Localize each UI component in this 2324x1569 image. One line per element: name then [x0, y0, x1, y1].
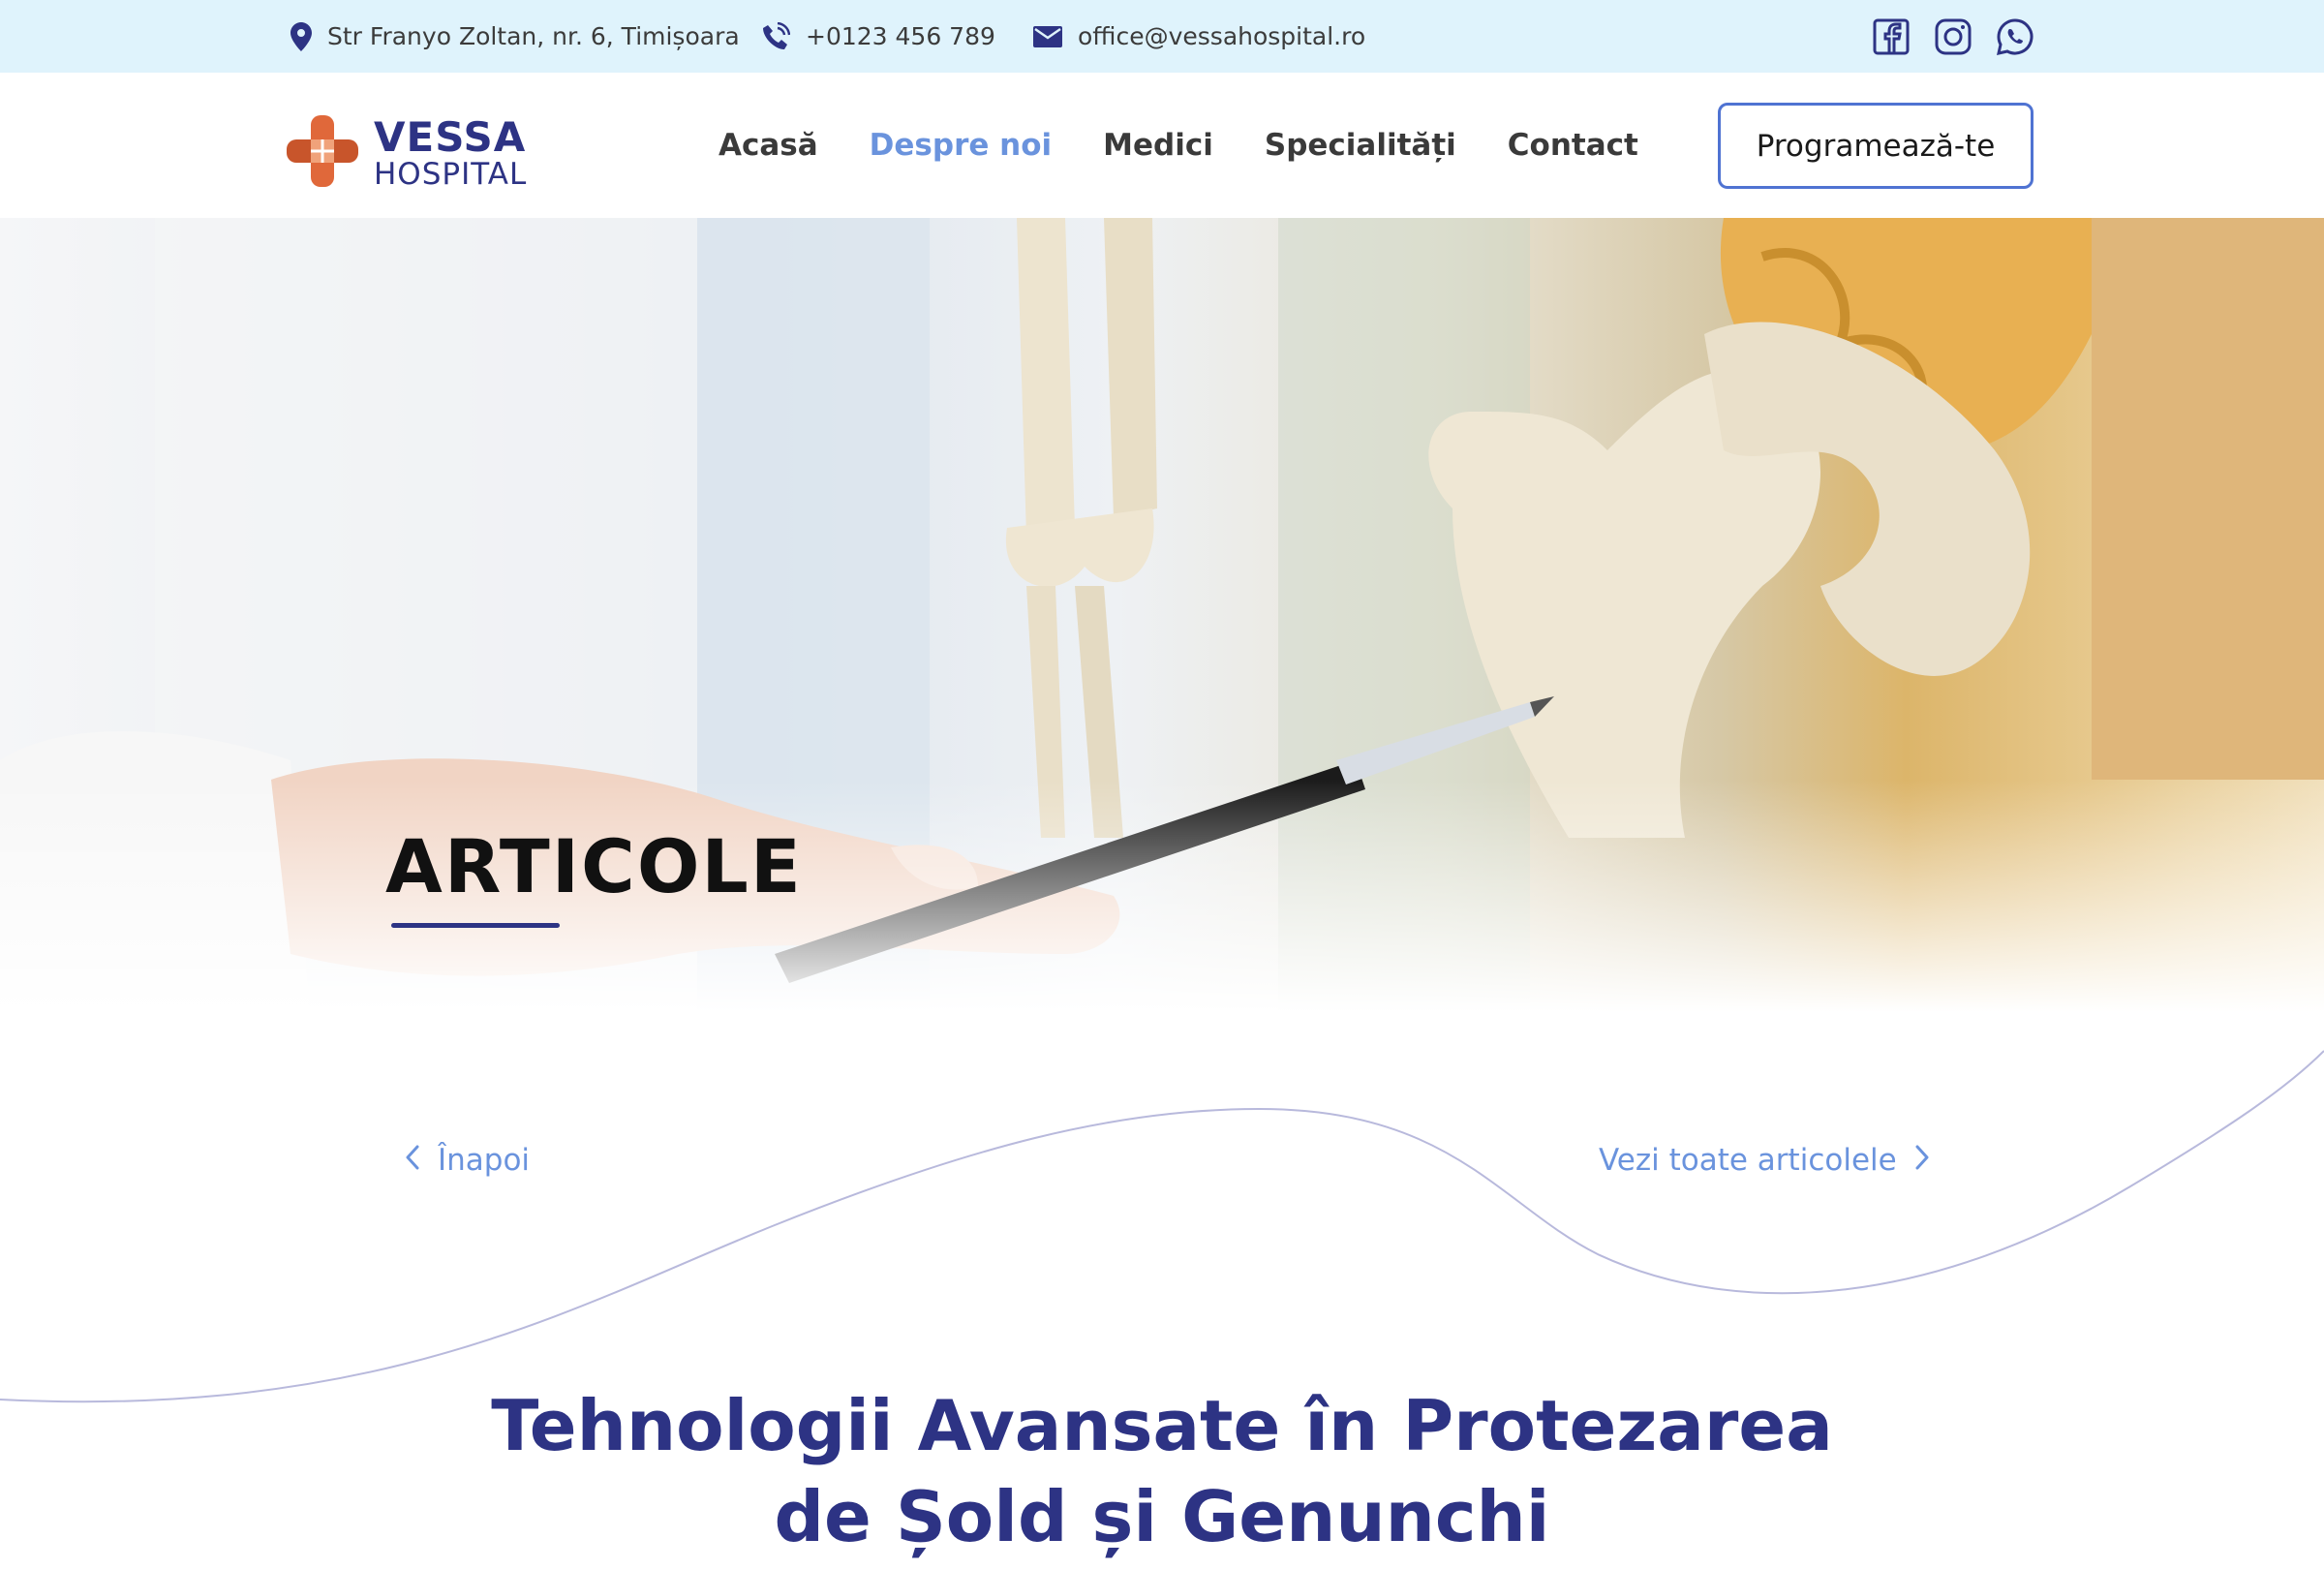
instagram-icon[interactable] — [1935, 18, 1972, 55]
address-text: Str Franyo Zoltan, nr. 6, Timișoara — [327, 22, 740, 50]
cross-logo-icon — [285, 113, 360, 193]
logo-subtitle: HOSPITAL — [374, 156, 528, 192]
hero-banner: ARTICOLE — [0, 218, 2324, 1012]
main-nav: Acasă Despre noi Medici Specialități Con… — [719, 73, 1638, 218]
chevron-right-icon — [1914, 1143, 1930, 1178]
decorative-wave — [0, 1050, 2324, 1403]
article-title-line-2: de Șold și Genunchi — [774, 1476, 1550, 1557]
whatsapp-icon[interactable] — [1997, 17, 2034, 55]
mail-icon — [1033, 25, 1062, 47]
top-contact-bar: Str Franyo Zoltan, nr. 6, Timișoara +012… — [0, 0, 2324, 73]
logo-wordmark: VESSA — [374, 112, 527, 161]
phone-item[interactable]: +0123 456 789 — [761, 0, 995, 73]
nav-item-contact[interactable]: Contact — [1508, 128, 1638, 163]
nav-item-medici[interactable]: Medici — [1103, 128, 1213, 163]
email-item[interactable]: office@vessahospital.ro — [1033, 0, 1365, 73]
nav-item-despre-noi[interactable]: Despre noi — [870, 128, 1053, 163]
social-links — [1873, 0, 2034, 73]
nav-item-specialitati[interactable]: Specialități — [1265, 128, 1456, 163]
address-item: Str Franyo Zoltan, nr. 6, Timișoara — [290, 0, 740, 73]
article-title: Tehnologii Avansate în Protezarea de Șol… — [0, 1380, 2324, 1562]
map-pin-icon — [290, 21, 312, 51]
title-underline — [391, 923, 560, 928]
hero-fade — [0, 780, 2324, 1012]
page-title: ARTICOLE — [385, 823, 803, 909]
all-articles-link[interactable]: Vezi toate articolele — [1599, 1143, 1930, 1178]
back-link-label: Înapoi — [438, 1143, 531, 1178]
all-articles-label: Vezi toate articolele — [1599, 1143, 1897, 1178]
book-appointment-button[interactable]: Programează-te — [1718, 103, 2034, 189]
chevron-left-icon — [405, 1143, 420, 1178]
article-title-line-1: Tehnologii Avansate în Protezarea — [491, 1385, 1833, 1466]
site-header: VESSA HOSPITAL Acasă Despre noi Medici S… — [0, 73, 2324, 218]
phone-icon — [761, 21, 790, 51]
site-logo[interactable]: VESSA HOSPITAL — [285, 113, 527, 193]
nav-item-acasa[interactable]: Acasă — [719, 128, 818, 163]
back-link[interactable]: Înapoi — [405, 1143, 530, 1178]
facebook-icon[interactable] — [1873, 18, 1910, 55]
email-text: office@vessahospital.ro — [1078, 22, 1366, 50]
phone-text: +0123 456 789 — [806, 22, 995, 50]
